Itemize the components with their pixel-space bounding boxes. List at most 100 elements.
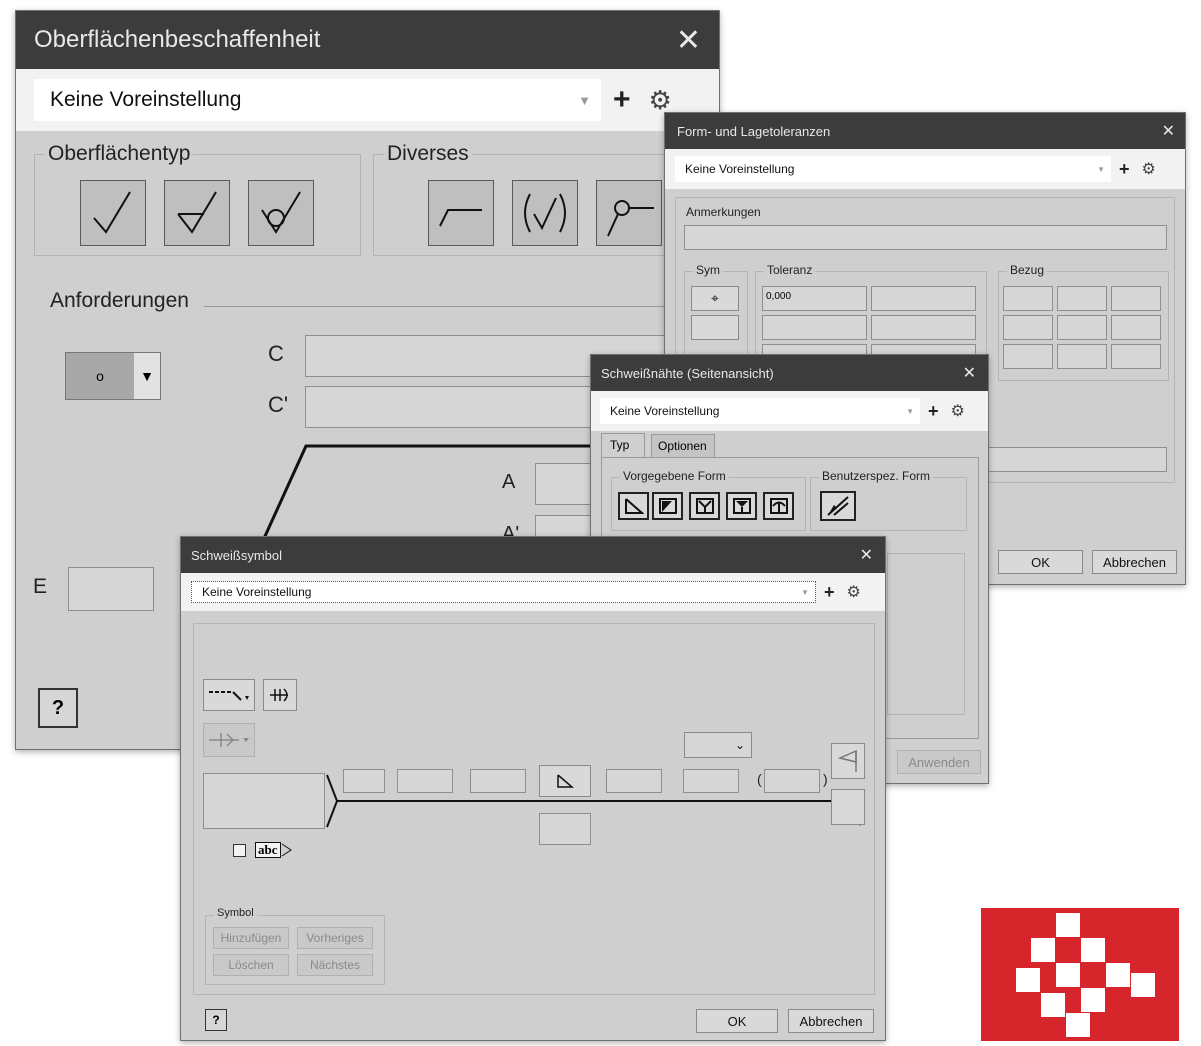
plus-icon[interactable]: + xyxy=(1119,159,1130,180)
weld-field-1[interactable] xyxy=(343,769,385,793)
next-symbol-button[interactable]: Nächstes xyxy=(297,954,373,976)
prev-symbol-button[interactable]: Vorheriges xyxy=(297,927,373,949)
datum-input-7[interactable] xyxy=(1003,344,1053,369)
gear-icon[interactable]: ⚙ xyxy=(1142,159,1156,179)
tab-type[interactable]: Typ xyxy=(601,433,645,457)
tolerance-input-2[interactable] xyxy=(871,286,976,311)
plus-icon[interactable]: + xyxy=(613,83,631,117)
weld-field-4[interactable] xyxy=(606,769,662,793)
lay-icon xyxy=(439,209,482,227)
shape-4-button[interactable] xyxy=(726,492,757,520)
cancel-button[interactable]: Abbrechen xyxy=(788,1009,874,1033)
dialog-title: Schweißnähte (Seitenansicht) xyxy=(601,365,774,381)
help-button[interactable]: ? xyxy=(205,1009,227,1031)
brackets-button[interactable] xyxy=(512,180,578,246)
datum-input-9[interactable] xyxy=(1111,344,1161,369)
weld-type-dropdown[interactable]: ⌄ xyxy=(684,732,752,758)
field-weld-flag-button[interactable] xyxy=(831,743,865,779)
plus-icon[interactable]: + xyxy=(928,401,939,422)
sym-button-1[interactable]: ⌖ xyxy=(691,286,739,311)
add-symbol-button[interactable]: Hinzufügen xyxy=(213,927,289,949)
custom-shape-button[interactable] xyxy=(820,491,856,521)
paren-open: ( xyxy=(757,771,762,787)
weld-preview-area xyxy=(887,553,965,715)
datum-input-3[interactable] xyxy=(1111,286,1161,311)
cancel-button[interactable]: Abbrechen xyxy=(1092,550,1177,574)
lay-direction-dropdown[interactable]: o ▼ xyxy=(65,352,161,400)
ok-button[interactable]: OK xyxy=(696,1009,778,1033)
tag-arrow-icon xyxy=(281,843,292,857)
close-icon[interactable]: ✕ xyxy=(1162,121,1175,141)
ok-label: OK xyxy=(727,1013,747,1029)
ok-label: OK xyxy=(1031,554,1050,570)
preset-dropdown[interactable]: Keine Voreinstellung ▼ xyxy=(600,398,920,424)
lay-button[interactable] xyxy=(428,180,494,246)
preset-dropdown[interactable]: Keine Voreinstellung ▼ xyxy=(675,156,1111,182)
notes-input[interactable] xyxy=(684,225,1167,250)
shape-5-button[interactable] xyxy=(763,492,794,520)
help-icon: ? xyxy=(212,1013,220,1027)
next-label: Nächstes xyxy=(309,958,361,972)
tail-note-box[interactable] xyxy=(203,773,325,829)
sym-button-2[interactable] xyxy=(691,315,739,340)
surface-no-removal-button[interactable] xyxy=(248,180,314,246)
fillet-weld-icon xyxy=(557,774,575,788)
preset-value: Keine Voreinstellung xyxy=(50,88,242,111)
text-checkbox[interactable] xyxy=(233,844,246,857)
delete-symbol-button[interactable]: Löschen xyxy=(213,954,289,976)
weld-field-6[interactable] xyxy=(764,769,820,793)
weld-symbol-titlebar: Schweißsymbol ✕ xyxy=(181,537,885,573)
surface-basic-button[interactable] xyxy=(80,180,146,246)
datum-input-4[interactable] xyxy=(1003,315,1053,340)
gear-icon[interactable]: ⚙ xyxy=(847,582,861,602)
datum-input-8[interactable] xyxy=(1057,344,1107,369)
help-button[interactable]: ? xyxy=(38,688,78,728)
shape-fillet-button[interactable] xyxy=(618,492,649,520)
weld-type-button[interactable] xyxy=(539,765,591,797)
dropdown-caret-icon: ▼ xyxy=(134,353,160,399)
weld-field-3[interactable] xyxy=(470,769,526,793)
group-label: Oberflächentyp xyxy=(45,142,194,166)
tolerance-input-1[interactable]: 0,000 xyxy=(762,286,867,311)
datum-input-5[interactable] xyxy=(1057,315,1107,340)
datum-input-1[interactable] xyxy=(1003,286,1053,311)
dialog-title: Form- und Lagetoleranzen xyxy=(677,123,831,139)
surface-preset-row: Keine Voreinstellung ▼ + ⚙ xyxy=(16,69,719,131)
shape-3-button[interactable] xyxy=(689,492,720,520)
plus-icon[interactable]: + xyxy=(824,582,835,603)
input-e[interactable] xyxy=(68,567,154,611)
swap-arrow-button[interactable] xyxy=(263,679,297,711)
arrow-style-dropdown[interactable] xyxy=(203,679,255,711)
shape-2-button[interactable] xyxy=(652,492,683,520)
dropdown-caret-icon: ▼ xyxy=(578,92,591,108)
preset-dropdown[interactable]: Keine Voreinstellung ▼ xyxy=(191,581,816,603)
close-icon[interactable]: ✕ xyxy=(963,363,976,383)
datum-input-6[interactable] xyxy=(1111,315,1161,340)
gear-icon[interactable]: ⚙ xyxy=(951,401,965,421)
close-icon[interactable]: ✕ xyxy=(676,23,701,58)
close-icon[interactable]: ✕ xyxy=(860,545,873,565)
weld-field-5[interactable] xyxy=(683,769,739,793)
datum-input-2[interactable] xyxy=(1057,286,1107,311)
preset-dropdown[interactable]: Keine Voreinstellung ▼ xyxy=(34,79,601,121)
gear-icon[interactable]: ⚙ xyxy=(649,85,672,116)
weld-field-bottom[interactable] xyxy=(539,813,591,845)
group-label: Symbol xyxy=(214,907,257,919)
group-label: Diverses xyxy=(384,142,472,166)
weld-field-2[interactable] xyxy=(397,769,453,793)
ok-button[interactable]: OK xyxy=(998,550,1083,574)
tab-label: Typ xyxy=(610,438,630,452)
surface-removal-button[interactable] xyxy=(164,180,230,246)
tolerance-titlebar: Form- und Lagetoleranzen ✕ xyxy=(665,113,1185,149)
tab-options[interactable]: Optionen xyxy=(651,434,715,457)
all-around-button[interactable] xyxy=(596,180,662,246)
apply-button[interactable]: Anwenden xyxy=(897,750,981,774)
surface-basic-icon xyxy=(93,191,131,234)
tolerance-extra-input[interactable] xyxy=(975,447,1167,472)
all-around-weld-button[interactable] xyxy=(831,789,865,825)
all-around-icon xyxy=(607,200,654,237)
datum-position-icon: ⌖ xyxy=(711,290,719,306)
tolerance-input-3[interactable] xyxy=(762,315,867,340)
leader-dropdown[interactable] xyxy=(203,723,255,757)
tolerance-input-4[interactable] xyxy=(871,315,976,340)
